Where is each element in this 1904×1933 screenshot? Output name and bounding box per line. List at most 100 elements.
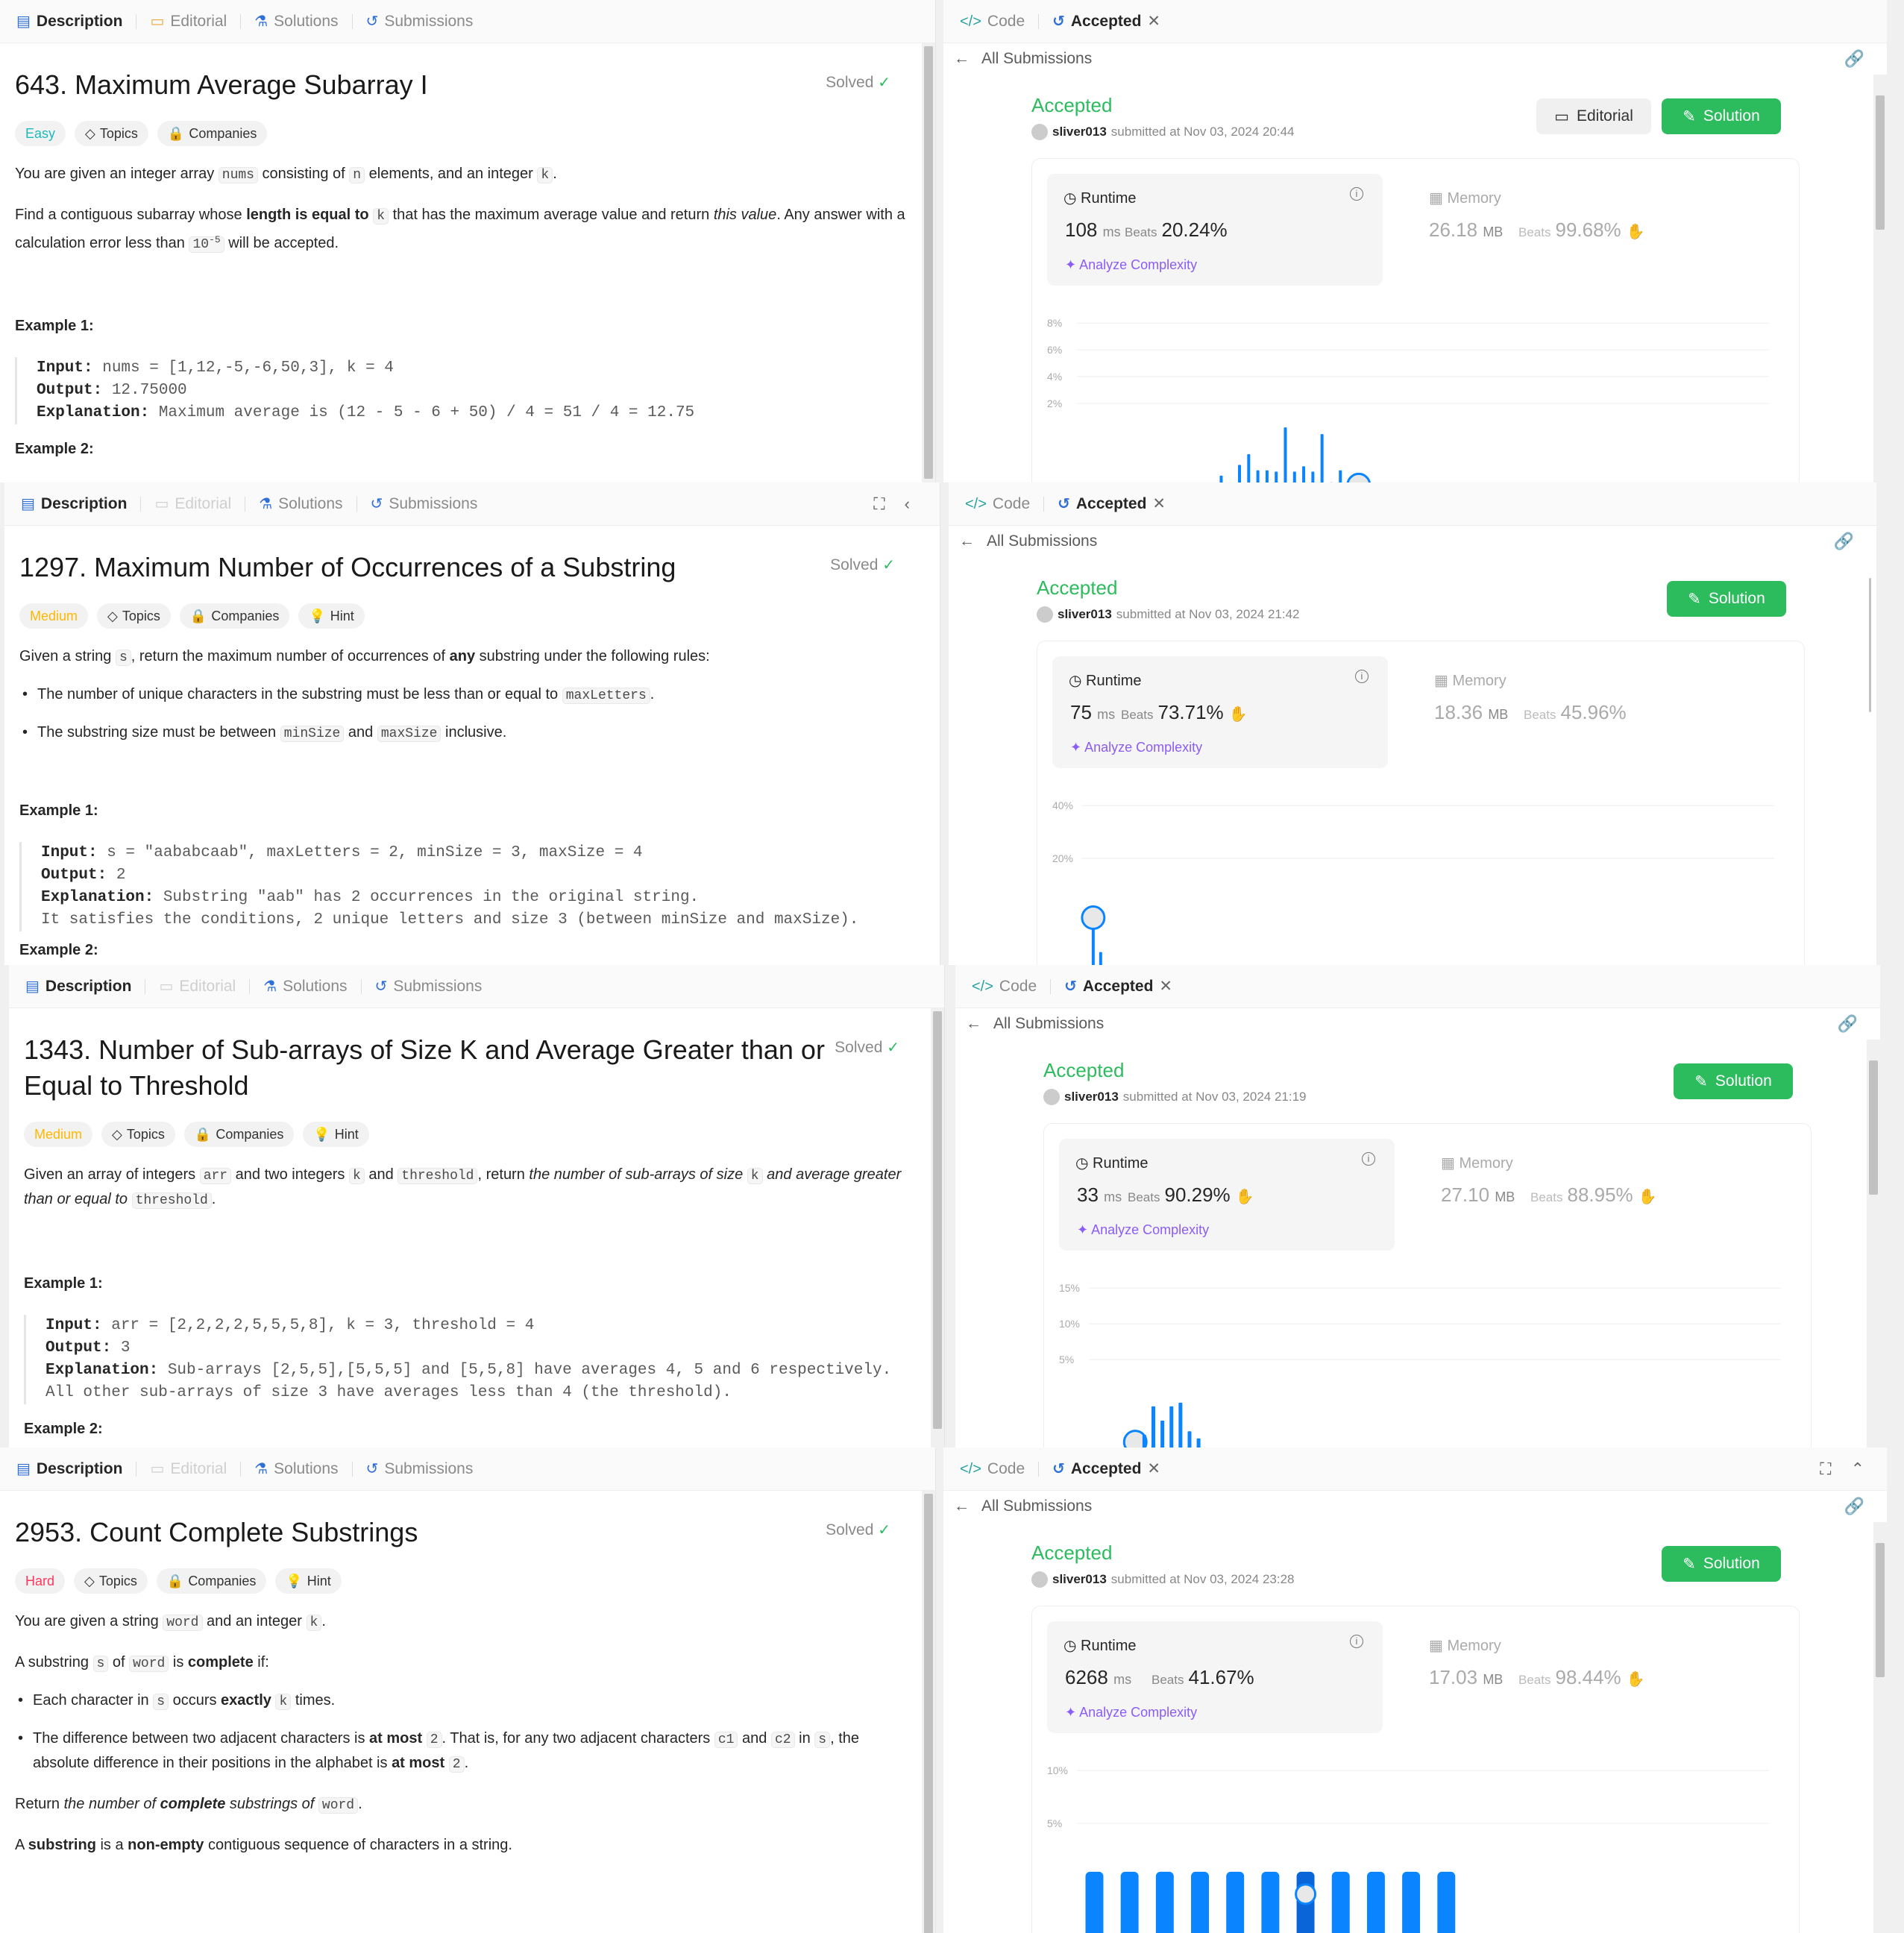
tab-solutions[interactable]: ⚗ Solutions [253,495,348,513]
memory-label[interactable]: ▦ Memory [1429,1636,1501,1655]
scrollbar[interactable] [922,1491,935,1933]
memory-label[interactable]: ▦ Memory [1429,189,1501,207]
close-icon[interactable]: ✕ [1159,977,1172,996]
scrollbar-thumb[interactable] [1876,1543,1885,1677]
close-icon[interactable]: ✕ [1147,12,1160,31]
link-icon[interactable]: 🔗 [1844,49,1864,69]
info-icon[interactable]: i [1362,1152,1375,1166]
all-submissions-link[interactable]: ← All Submissions [966,1008,1104,1040]
tab-description[interactable]: ▤ Description [15,495,133,513]
scrollbar[interactable] [1873,75,1887,483]
info-icon[interactable]: i [1350,1635,1363,1648]
scrollbar[interactable] [1873,1522,1887,1933]
analyze-complexity-link[interactable]: ✦ Analyze Complexity [1077,1222,1209,1238]
chevron-left-icon[interactable]: ‹ [905,494,910,514]
tab-code[interactable]: </> Code [959,495,1036,513]
runtime-box[interactable]: ◷ Runtime i 33 ms Beats 90.29% ✋ ✦ Analyz… [1059,1139,1395,1251]
solution-button[interactable]: ✎ Solution [1667,581,1786,617]
runtime-box[interactable]: ◷ Runtime i 6268 ms Beats 41.67% ✦ Analyz… [1047,1621,1383,1733]
tab-code[interactable]: </> Code [966,978,1043,996]
tab-submissions[interactable]: ↺ Submissions [365,495,484,513]
link-icon[interactable]: 🔗 [1844,1497,1864,1516]
runtime-distribution-chart[interactable]: 40% 20% [1037,779,1804,965]
scrollbar-thumb[interactable] [924,1494,933,1933]
tab-description[interactable]: ▤ Description [10,13,128,31]
hint-button[interactable]: 💡 Hint [275,1568,342,1594]
scrollbar-thumb[interactable] [924,46,933,479]
info-icon[interactable]: i [1355,670,1369,683]
problem-title[interactable]: 1343. Number of Sub-arrays of Size K and… [24,1032,829,1104]
tab-editorial[interactable]: ▭ Editorial [144,1460,233,1478]
analyze-complexity-link[interactable]: ✦ Analyze Complexity [1065,257,1197,273]
close-icon[interactable]: ✕ [1147,1459,1160,1478]
tab-submissions[interactable]: ↺ Submissions [360,1460,480,1478]
chevron-up-icon[interactable]: ⌃ [1851,1459,1864,1479]
scrollbar-thumb[interactable] [1869,1060,1878,1195]
companies-button[interactable]: 🔒 Companies [183,1122,295,1147]
scrollbar-thumb[interactable] [1869,578,1871,712]
runtime-box[interactable]: ◷ Runtime i 75 ms Beats 73.71% ✋ ✦ Analyz… [1052,656,1388,768]
problem-title[interactable]: 2953. Count Complete Substrings [15,1515,820,1550]
topics-button[interactable]: ◇ Topics [74,1568,148,1594]
tab-code[interactable]: </> Code [954,13,1031,31]
tab-code[interactable]: </> Code [954,1460,1031,1478]
all-submissions-link[interactable]: ← All Submissions [954,1491,1092,1522]
tab-editorial[interactable]: ▭ Editorial [144,13,233,31]
runtime-label: ◷ Runtime [1063,190,1137,207]
topics-button[interactable]: ◇ Topics [101,1122,175,1147]
tab-accepted[interactable]: ↺ Accepted ✕ [1046,1459,1166,1478]
memory-label[interactable]: ▦ Memory [1441,1154,1513,1172]
tab-editorial[interactable]: ▭ Editorial [153,978,242,996]
topics-button[interactable]: ◇ Topics [75,121,148,146]
analyze-complexity-link[interactable]: ✦ Analyze Complexity [1065,1705,1197,1720]
memory-label[interactable]: ▦ Memory [1434,671,1506,690]
link-icon[interactable]: 🔗 [1834,532,1854,551]
tab-solutions[interactable]: ⚗ Solutions [257,978,353,996]
all-submissions-link[interactable]: ← All Submissions [954,43,1092,75]
solution-button[interactable]: ✎ Solution [1662,98,1781,134]
scrollbar-thumb[interactable] [1876,95,1885,230]
solution-button[interactable]: ✎ Solution [1674,1063,1793,1099]
tab-editorial[interactable]: ▭ Editorial [148,495,237,513]
topics-button[interactable]: ◇ Topics [97,603,171,629]
analyze-complexity-link[interactable]: ✦ Analyze Complexity [1070,740,1202,755]
close-icon[interactable]: ✕ [1152,494,1166,513]
tab-accepted[interactable]: ↺ Accepted ✕ [1058,977,1178,996]
tab-description[interactable]: ▤ Description [19,978,137,996]
companies-button[interactable]: 🔒 Companies [179,603,290,629]
scrollbar[interactable] [1863,557,1876,965]
companies-button[interactable]: 🔒 Companies [157,121,268,146]
runtime-distribution-chart[interactable]: 15% 10% 5% [1044,1262,1811,1448]
link-icon[interactable]: 🔗 [1838,1014,1858,1034]
runtime-distribution-chart[interactable]: 8% 6% 4% 2% [1032,297,1799,483]
scrollbar[interactable] [922,43,935,483]
companies-button[interactable]: 🔒 Companies [156,1568,267,1594]
info-icon[interactable]: i [1350,187,1363,201]
problem-title[interactable]: 643. Maximum Average Subarray I [15,67,820,103]
solution-button[interactable]: ✎ Solution [1662,1546,1781,1582]
scrollbar[interactable] [1867,1040,1880,1448]
hint-button[interactable]: 💡 Hint [303,1122,369,1147]
chart-bar [1247,454,1251,483]
clock-icon: ◷ [1063,190,1077,207]
all-submissions-link[interactable]: ← All Submissions [959,526,1097,557]
tab-accepted[interactable]: ↺ Accepted ✕ [1046,12,1166,31]
maximize-icon[interactable]: ⛶ [1820,1459,1831,1479]
runtime-distribution-chart[interactable]: 10% 5% [1032,1744,1799,1933]
check-circle-icon: ✓ [878,1522,890,1538]
scrollbar-thumb[interactable] [933,1011,942,1429]
scrollbar[interactable] [931,1008,944,1448]
example-heading: Example 1: [15,318,94,334]
tab-solutions[interactable]: ⚗ Solutions [248,1460,344,1478]
editorial-button[interactable]: ▭ Editorial [1536,98,1651,134]
tab-submissions[interactable]: ↺ Submissions [360,13,480,31]
tab-accepted[interactable]: ↺ Accepted ✕ [1052,494,1172,513]
maximize-icon[interactable]: ⛶ [873,494,885,514]
problem-title[interactable]: 1297. Maximum Number of Occurrences of a… [19,550,825,585]
hint-button[interactable]: 💡 Hint [298,603,365,629]
tab-submissions[interactable]: ↺ Submissions [369,978,488,996]
runtime-box[interactable]: ◷ Runtime i 108 ms Beats 20.24% ✦ Analyze… [1047,174,1383,286]
tab-separator [1043,496,1045,512]
tab-description[interactable]: ▤ Description [10,1460,128,1478]
tab-solutions[interactable]: ⚗ Solutions [248,13,344,31]
